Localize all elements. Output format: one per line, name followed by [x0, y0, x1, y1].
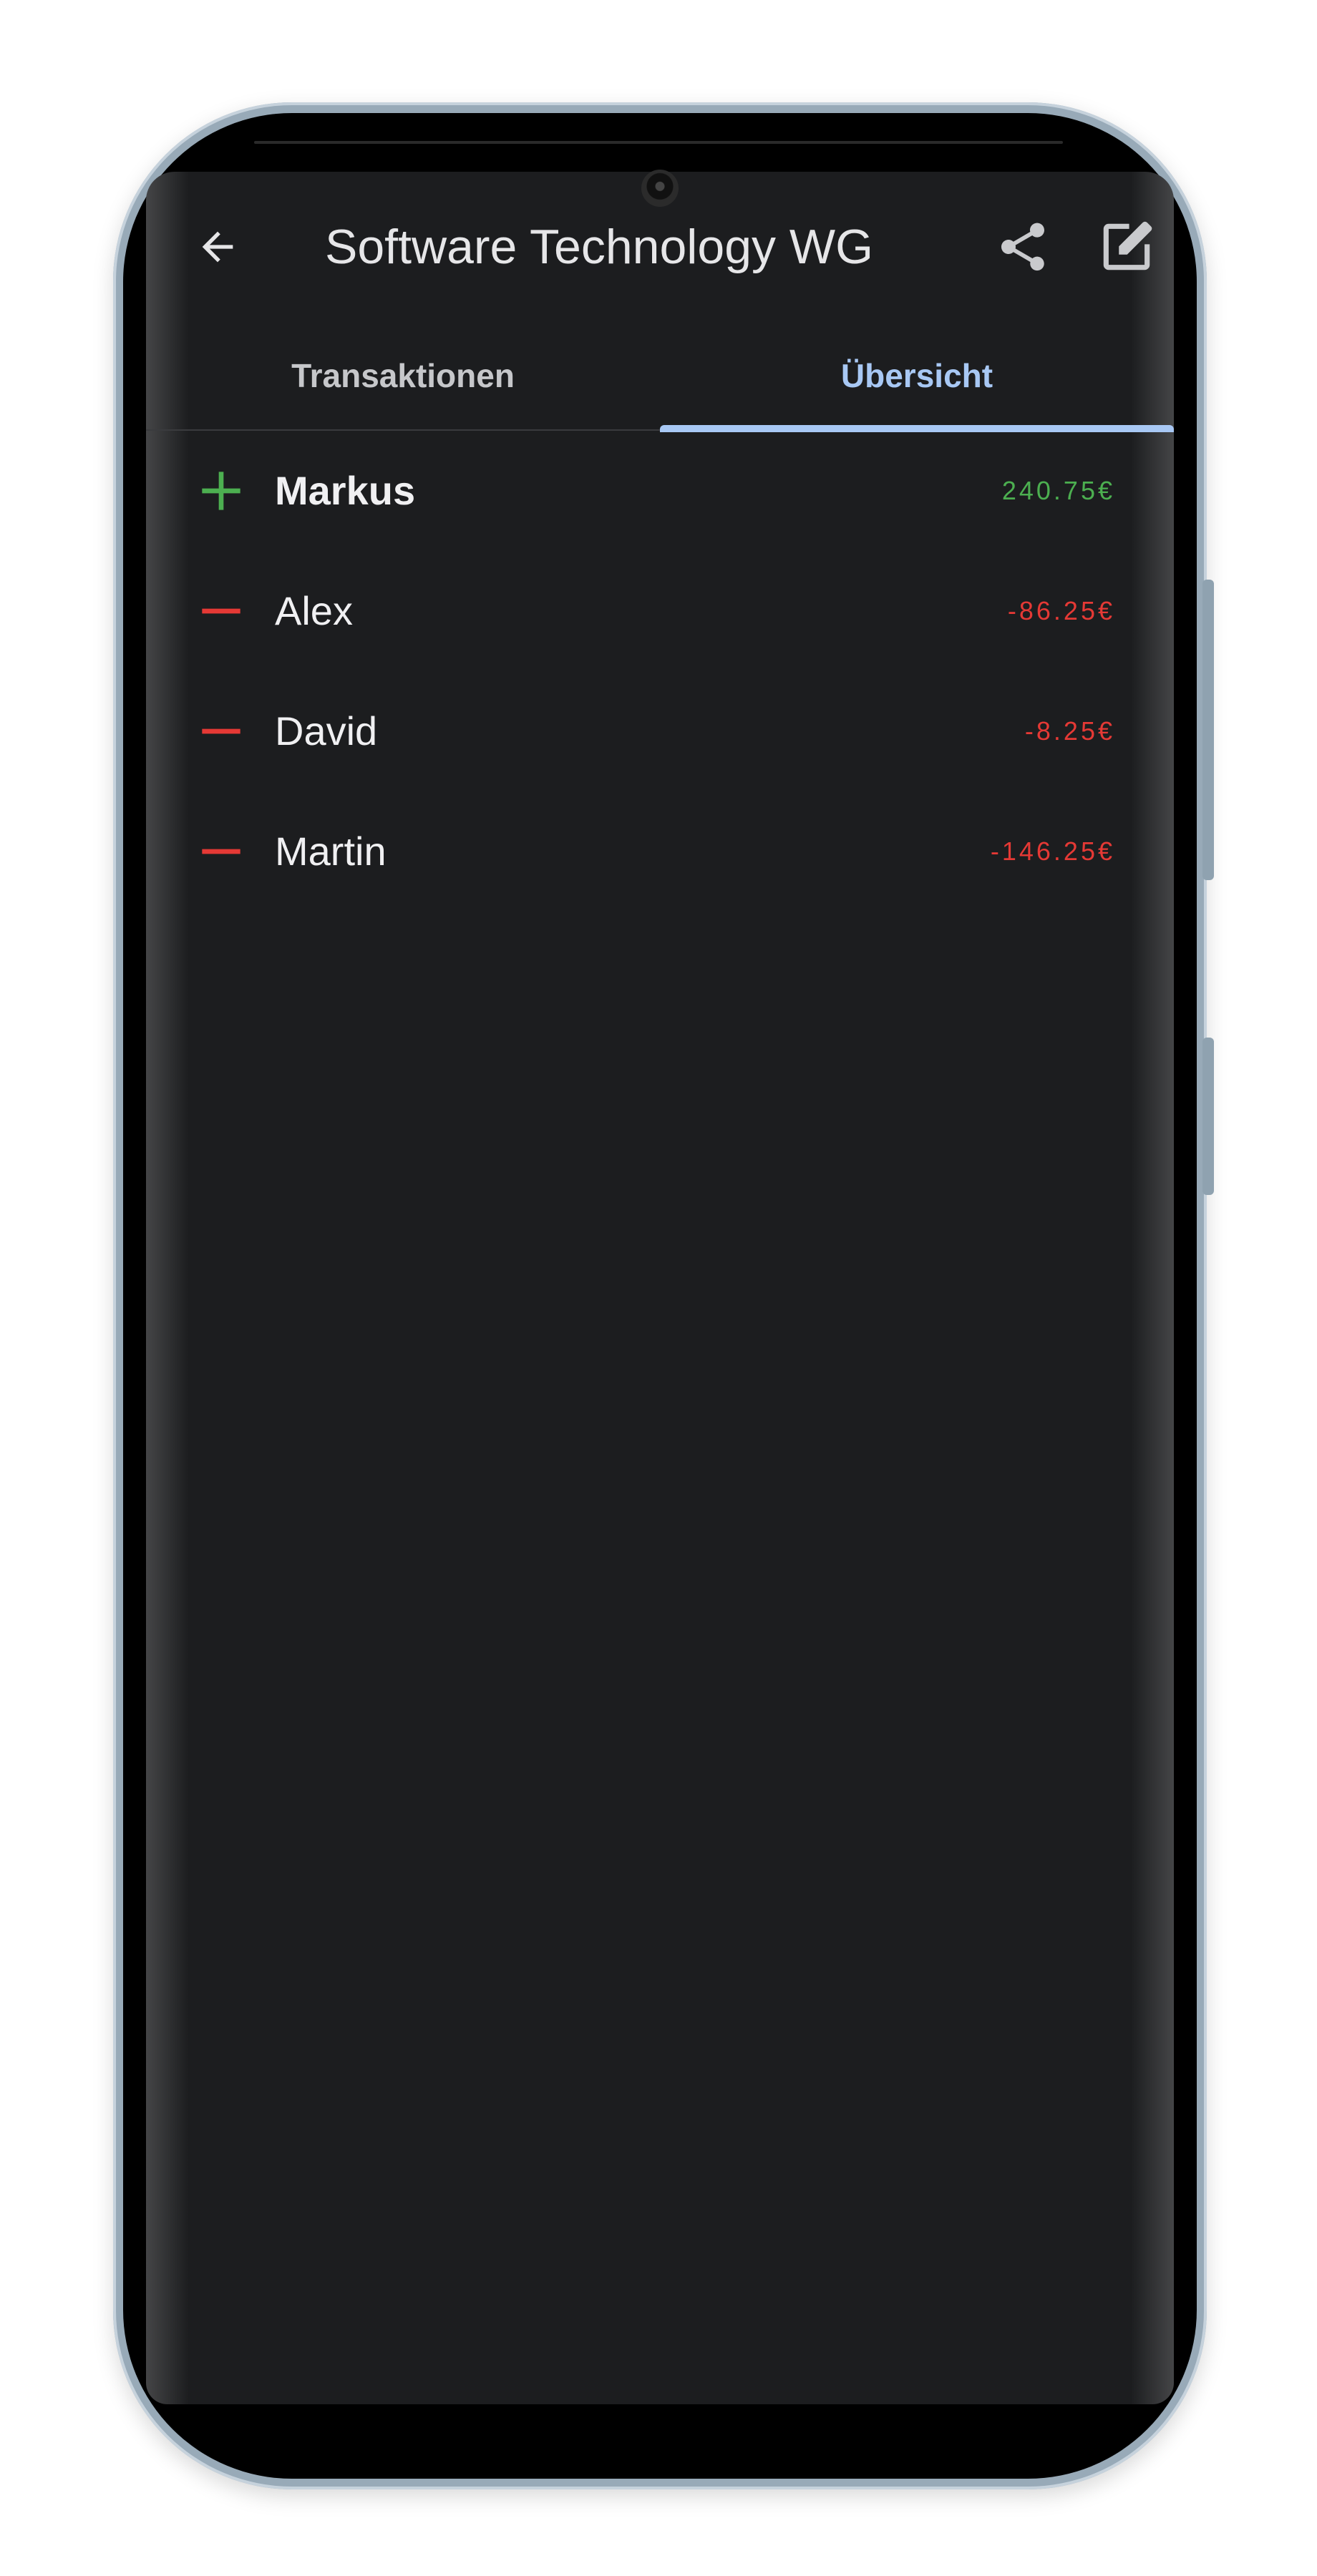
back-button[interactable]: [189, 218, 246, 275]
member-name: Alex: [275, 588, 353, 633]
tab-bar: Transaktionen Übersicht: [146, 322, 1174, 432]
member-name: Markus: [275, 468, 416, 513]
arrow-back-icon: [202, 231, 233, 263]
list-item[interactable]: Markus 240.75€: [146, 431, 1174, 551]
minus-icon: [202, 608, 240, 614]
member-balance: -86.25€: [1007, 596, 1115, 625]
member-balance: -8.25€: [1024, 716, 1115, 746]
balance-list: Markus 240.75€ Alex -86.25€ David -8.25€…: [146, 431, 1174, 912]
member-balance: -146.25€: [990, 836, 1115, 866]
tab-uebersicht[interactable]: Übersicht: [660, 322, 1174, 429]
plus-icon: [202, 472, 240, 510]
phone-speaker-grille: [254, 141, 1063, 144]
share-icon: [1001, 223, 1044, 271]
list-item[interactable]: David -8.25€: [146, 671, 1174, 791]
share-button[interactable]: [991, 215, 1055, 279]
member-balance: 240.75€: [1001, 476, 1115, 505]
list-item[interactable]: Martin -146.25€: [146, 791, 1174, 912]
minus-icon: [202, 728, 240, 734]
front-camera: [641, 170, 679, 207]
minus-icon: [202, 849, 240, 854]
app-screen: Software Technology WG Transaktionen Übe…: [146, 172, 1174, 2404]
member-name: Martin: [275, 829, 387, 874]
phone-volume-button: [1202, 580, 1214, 880]
edit-icon: [1103, 221, 1152, 270]
member-name: David: [275, 708, 378, 753]
page-title: Software Technology WG: [325, 220, 873, 274]
list-item[interactable]: Alex -86.25€: [146, 551, 1174, 671]
edit-button[interactable]: [1091, 211, 1162, 283]
phone-power-button: [1202, 1038, 1214, 1195]
tab-transaktionen[interactable]: Transaktionen: [146, 322, 660, 429]
